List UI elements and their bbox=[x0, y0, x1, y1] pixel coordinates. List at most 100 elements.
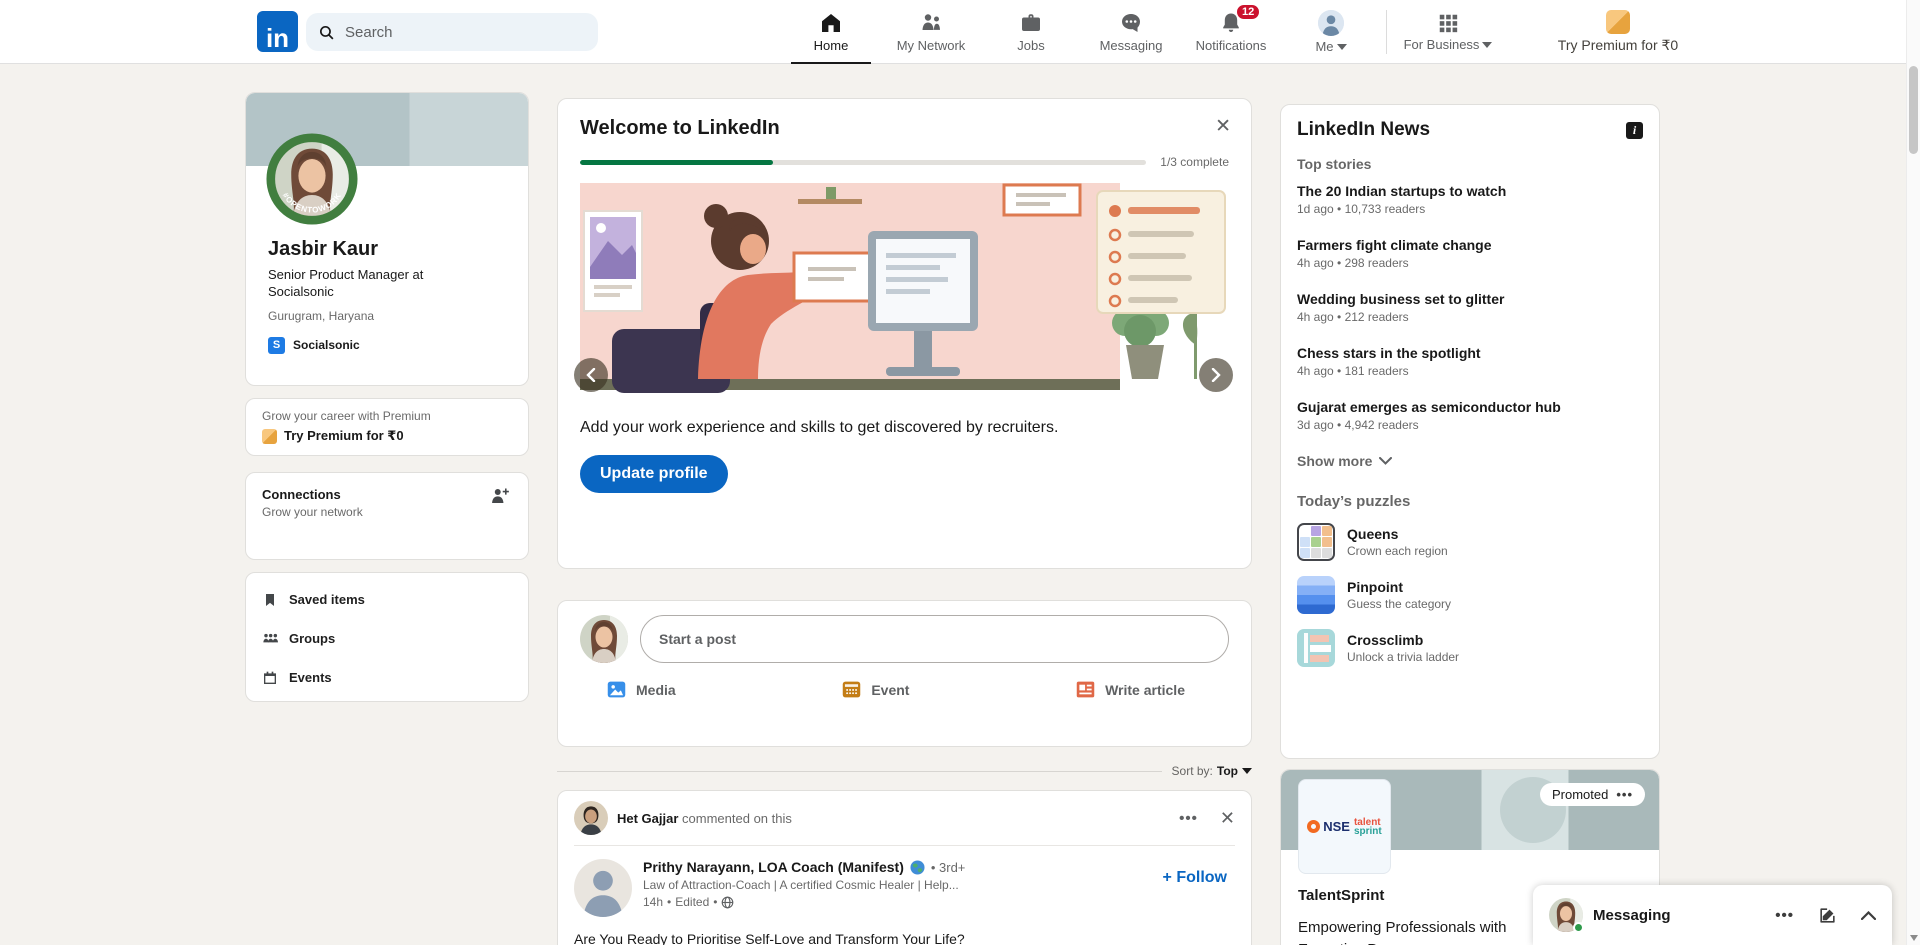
sort-by-dropdown[interactable]: Sort by: Top bbox=[1172, 764, 1252, 778]
carousel-next-button[interactable] bbox=[1199, 358, 1233, 392]
context-avatar[interactable] bbox=[574, 801, 608, 835]
media-button[interactable]: Media bbox=[606, 679, 676, 700]
connections-card[interactable]: Connections Grow your network bbox=[245, 472, 529, 560]
story-meta: 4h ago • 298 readers bbox=[1297, 256, 1409, 270]
profile-company[interactable]: S Socialsonic bbox=[268, 336, 506, 354]
messaging-more-icon[interactable]: ••• bbox=[1775, 907, 1794, 924]
welcome-message: Add your work experience and skills to g… bbox=[580, 419, 1059, 436]
jobs-icon bbox=[1022, 14, 1040, 31]
profile-avatar-open-to-work[interactable]: #OPENTOWORK bbox=[266, 133, 358, 225]
my-network-icon bbox=[922, 14, 940, 30]
nav-jobs[interactable]: Jobs bbox=[981, 0, 1081, 64]
profile-headline: Senior Product Manager at Socialsonic bbox=[268, 267, 424, 299]
divider bbox=[574, 845, 1235, 846]
profile-company-name: Socialsonic bbox=[293, 338, 360, 353]
info-icon[interactable]: i bbox=[1626, 121, 1643, 139]
show-more-label: Show more bbox=[1297, 453, 1373, 469]
sidebar-item-saved-items[interactable]: Saved items bbox=[262, 580, 512, 619]
nav-me[interactable]: Me bbox=[1281, 0, 1381, 64]
write-article-label: Write article bbox=[1105, 681, 1185, 698]
news-title: LinkedIn News bbox=[1297, 119, 1431, 140]
update-profile-button[interactable]: Update profile bbox=[580, 455, 728, 493]
author-avatar[interactable] bbox=[574, 859, 632, 917]
ad-more-icon[interactable]: ••• bbox=[1616, 787, 1633, 802]
puzzle-crossclimb[interactable]: Crossclimb Unlock a trivia ladder bbox=[1297, 629, 1643, 667]
nav-my-network[interactable]: My Network bbox=[881, 0, 981, 64]
follow-button[interactable]: + Follow bbox=[1163, 869, 1227, 887]
puzzle-queens[interactable]: Queens Crown each region bbox=[1297, 523, 1643, 561]
premium-upsell-cta[interactable]: Try Premium for ₹0 bbox=[262, 428, 512, 444]
profile-location: Gurugram, Haryana bbox=[268, 308, 375, 323]
search-icon bbox=[319, 25, 334, 39]
post-social-context: Het Gajjar commented on this ••• ✕ bbox=[574, 801, 1235, 835]
linkedin-home-page: in Home My Network Jobs Messaging bbox=[0, 0, 1920, 945]
search-input[interactable] bbox=[345, 23, 565, 41]
main-feed: Welcome to LinkedIn ✕ 1/3 complete Add y… bbox=[557, 98, 1252, 945]
premium-icon bbox=[1606, 10, 1630, 34]
nav-notifications[interactable]: 12 Notifications bbox=[1181, 0, 1281, 64]
profile-name[interactable]: Jasbir Kaur bbox=[268, 238, 506, 261]
chevron-up-icon[interactable] bbox=[1861, 910, 1876, 920]
news-story[interactable]: Farmers fight climate change 4h ago • 29… bbox=[1297, 237, 1643, 270]
compose-icon[interactable] bbox=[1818, 906, 1837, 925]
welcome-card: Welcome to LinkedIn ✕ 1/3 complete Add y… bbox=[557, 98, 1252, 569]
sidebar-item-events[interactable]: Events bbox=[262, 658, 512, 697]
news-story[interactable]: Chess stars in the spotlight 4h ago • 18… bbox=[1297, 345, 1643, 378]
home-icon bbox=[822, 14, 840, 32]
top-navigation: in Home My Network Jobs Messaging bbox=[0, 0, 1920, 64]
left-sidebar: #OPENTOWORK Jasbir Kaur Senior Product M… bbox=[245, 92, 529, 702]
news-story[interactable]: Wedding business set to glitter 4h ago •… bbox=[1297, 291, 1643, 324]
connections-subtitle: Grow your network bbox=[262, 505, 363, 519]
story-title: The 20 Indian startups to watch bbox=[1297, 183, 1507, 199]
post-close-icon[interactable]: ✕ bbox=[1220, 808, 1235, 829]
event-label: Event bbox=[871, 681, 910, 698]
post-more-icon[interactable]: ••• bbox=[1179, 810, 1198, 827]
author-headline: Law of Attraction-Coach | A certified Co… bbox=[643, 878, 959, 892]
post-edited-label: Edited bbox=[675, 895, 710, 909]
close-icon[interactable]: ✕ bbox=[1215, 115, 1231, 138]
sidebar-item-groups[interactable]: Groups bbox=[262, 619, 512, 658]
ad-brand-name[interactable]: TalentSprint bbox=[1298, 887, 1384, 904]
ad-description: Empowering Professionals with Executive … bbox=[1298, 919, 1507, 945]
premium-upsell-text: Grow your career with Premium bbox=[262, 409, 431, 423]
me-avatar bbox=[1318, 10, 1344, 36]
puzzle-desc: Crown each region bbox=[1347, 544, 1448, 558]
progress-fill bbox=[580, 159, 773, 165]
write-article-button[interactable]: Write article bbox=[1075, 679, 1185, 700]
nav-for-business[interactable]: For Business bbox=[1396, 0, 1500, 64]
ad-logo[interactable]: NSE talent sprint bbox=[1298, 779, 1391, 874]
scrollbar-thumb[interactable] bbox=[1909, 66, 1918, 154]
grid-icon bbox=[1439, 14, 1458, 33]
puzzle-pinpoint[interactable]: Pinpoint Guess the category bbox=[1297, 576, 1643, 614]
show-more-button[interactable]: Show more bbox=[1297, 453, 1643, 469]
calendar-icon bbox=[264, 671, 276, 684]
puzzle-name: Crossclimb bbox=[1347, 632, 1424, 648]
add-person-icon[interactable] bbox=[489, 485, 510, 506]
try-premium-link[interactable]: Try Premium for ₹0 bbox=[1518, 0, 1718, 64]
start-post-input[interactable]: Start a post bbox=[640, 615, 1229, 663]
linkedin-logo[interactable]: in bbox=[257, 11, 298, 52]
nse-ring-icon bbox=[1307, 820, 1321, 833]
carousel-previous-button[interactable] bbox=[574, 358, 608, 392]
progress-track bbox=[580, 159, 1147, 165]
search-bar[interactable] bbox=[306, 13, 598, 51]
connection-degree: • 3rd+ bbox=[930, 859, 966, 875]
news-story[interactable]: Gujarat emerges as semiconductor hub 3d … bbox=[1297, 399, 1643, 432]
premium-cta-label: Try Premium for ₹0 bbox=[284, 428, 404, 443]
notifications-badge: 12 bbox=[1236, 4, 1261, 20]
event-button[interactable]: Event bbox=[841, 679, 909, 700]
composer-avatar[interactable] bbox=[580, 615, 628, 663]
page-scrollbar[interactable] bbox=[1906, 0, 1920, 945]
news-story[interactable]: The 20 Indian startups to watch 1d ago •… bbox=[1297, 183, 1643, 216]
messaging-avatar bbox=[1549, 898, 1584, 933]
author-name[interactable]: Prithy Narayann, LOA Coach (Manifest) bbox=[643, 859, 904, 875]
feed-post: Het Gajjar commented on this ••• ✕ Prith… bbox=[557, 790, 1252, 945]
for-business-label: For Business bbox=[1403, 37, 1480, 52]
context-actor-name[interactable]: Het Gajjar bbox=[617, 811, 678, 826]
scrollbar-down-arrow[interactable] bbox=[1910, 935, 1918, 941]
online-presence-dot bbox=[1573, 922, 1584, 933]
bullet-separator: • bbox=[667, 895, 672, 909]
nav-messaging[interactable]: Messaging bbox=[1081, 0, 1181, 64]
nav-home[interactable]: Home bbox=[781, 0, 881, 64]
messaging-dock[interactable]: Messaging ••• bbox=[1533, 885, 1892, 945]
